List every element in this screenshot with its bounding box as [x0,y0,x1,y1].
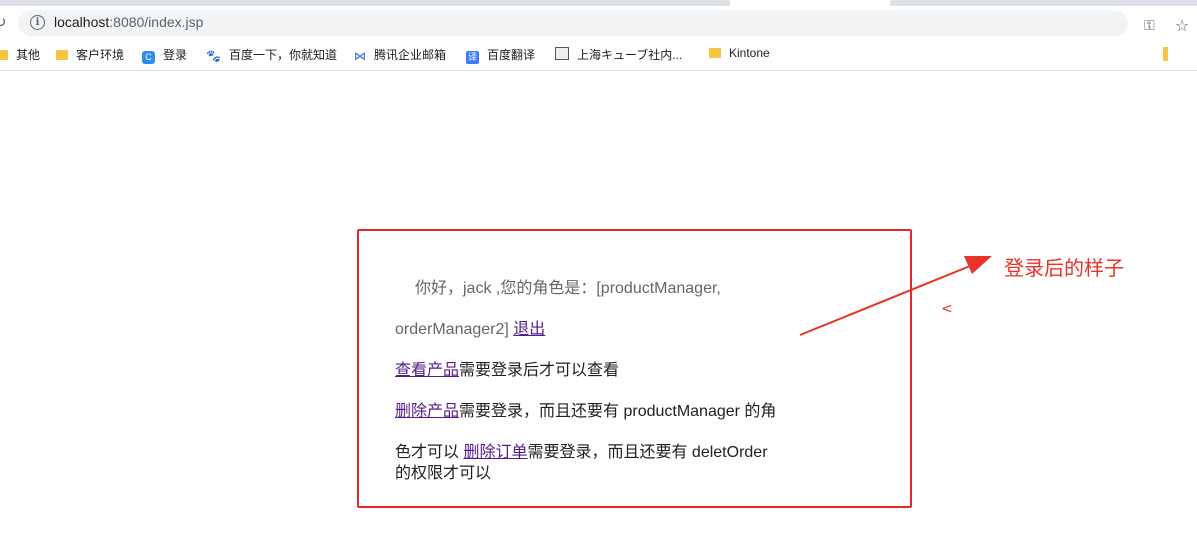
annotation-label: 登录后的样子 [1004,256,1124,280]
annotation-mark: < [941,301,953,317]
